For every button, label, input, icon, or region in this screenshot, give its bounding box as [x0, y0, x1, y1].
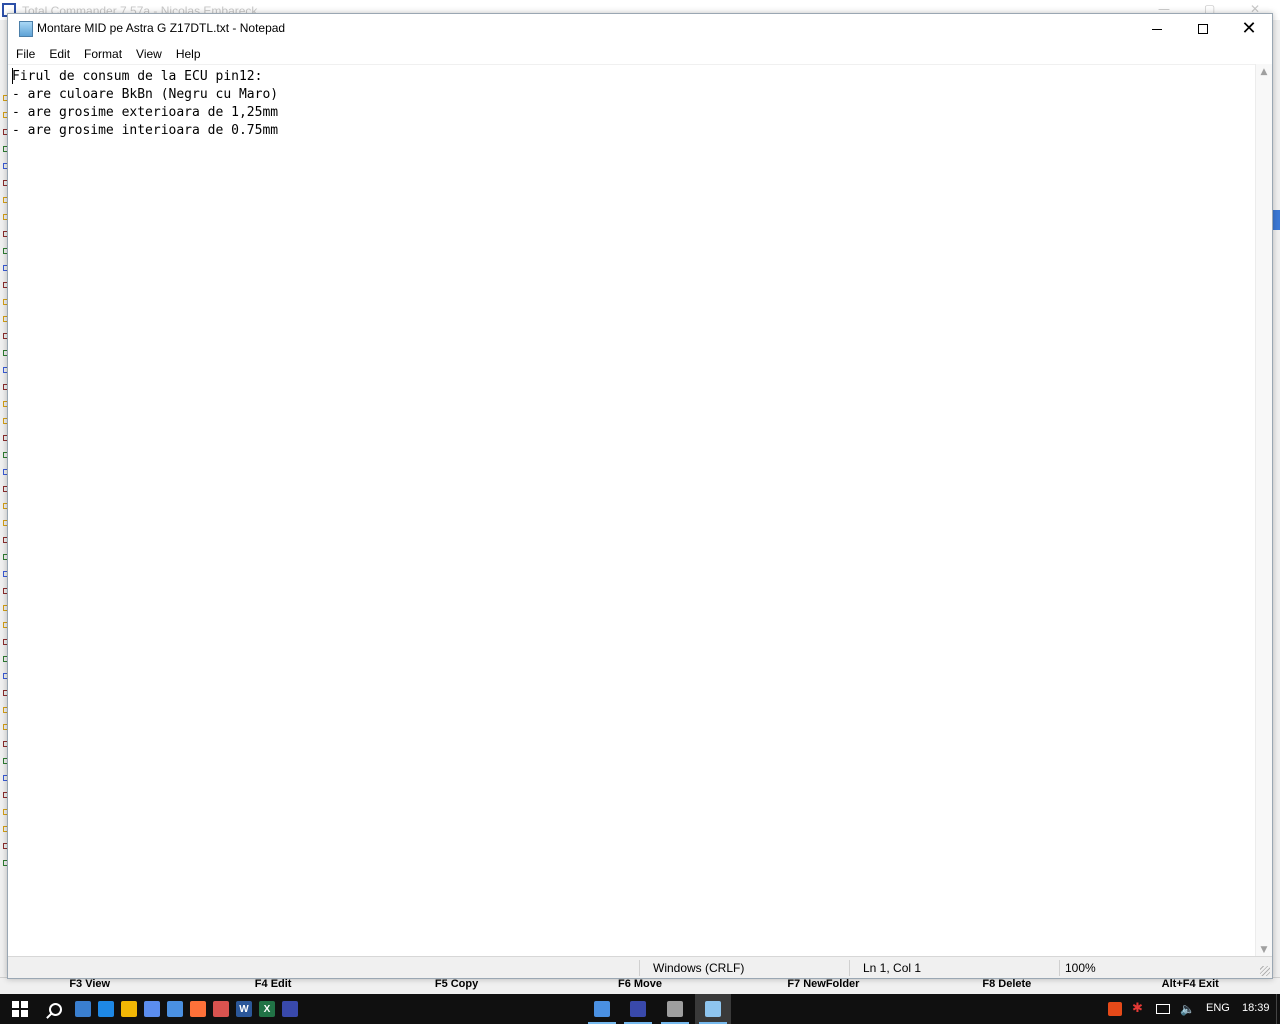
maximize-icon [1198, 24, 1208, 34]
text-line[interactable]: - are culoare BkBn (Negru cu Maro) [12, 86, 278, 104]
status-cursor-position: Ln 1, Col 1 [863, 961, 922, 975]
notepad-icon [19, 21, 33, 37]
start-button[interactable] [0, 994, 40, 1024]
document-text[interactable]: Firul de consum de la ECU pin12: - are c… [12, 68, 278, 140]
status-divider [849, 960, 850, 976]
scroll-up-icon[interactable]: ▲ [1256, 64, 1272, 80]
status-bar: Windows (CRLF) Ln 1, Col 1 100% [8, 956, 1272, 978]
f8-delete-button[interactable]: F8 Delete [917, 977, 1097, 992]
desktop-icon[interactable] [98, 1001, 114, 1017]
running-floppy-icon [630, 1001, 646, 1017]
close-button[interactable]: ✕ [1226, 14, 1272, 44]
vertical-scrollbar[interactable]: ▲ ▼ [1255, 64, 1272, 958]
running-paint-button[interactable] [657, 994, 693, 1024]
status-divider [639, 960, 640, 976]
calculator-icon[interactable] [213, 1001, 229, 1017]
status-zoom: 100% [1065, 961, 1096, 975]
notepad-window: Montare MID pe Astra G Z17DTL.txt - Note… [7, 13, 1273, 979]
running-notepad-button[interactable] [695, 994, 731, 1024]
window-title: Montare MID pe Astra G Z17DTL.txt - Note… [37, 21, 286, 35]
f5-copy-button[interactable]: F5 Copy [366, 977, 547, 992]
taskbar: WX ✱ 🔈 ENG 18:39 [0, 994, 1280, 1024]
menu-view[interactable]: View [129, 44, 169, 64]
running-globe-button[interactable] [584, 994, 620, 1024]
search-icon [48, 1002, 62, 1016]
text-caret [12, 68, 13, 84]
windows-explorer-icon[interactable] [75, 1001, 91, 1017]
tc-scrollbar-thumb[interactable] [1273, 210, 1280, 230]
menu-edit[interactable]: Edit [42, 44, 77, 64]
close-icon: ✕ [1241, 18, 1257, 39]
running-floppy-button[interactable] [620, 994, 656, 1024]
text-line[interactable]: - are grosime exterioara de 1,25mm [12, 104, 278, 122]
text-editor-area[interactable]: Firul de consum de la ECU pin12: - are c… [8, 64, 1257, 958]
menu-format[interactable]: Format [77, 44, 129, 64]
resize-grip-icon[interactable] [1260, 966, 1270, 976]
network-activity-tray-icon[interactable]: ✱ [1132, 1002, 1146, 1016]
text-line[interactable]: - are grosime interioara de 0.75mm [12, 122, 278, 140]
status-divider [1059, 960, 1060, 976]
tools-icon[interactable] [121, 1001, 137, 1017]
running-paint-icon [667, 1001, 683, 1017]
tc-function-key-bar: F3 View F4 Edit F5 Copy F6 Move F7 NewFo… [0, 977, 1280, 992]
excel-icon[interactable]: X [259, 1001, 275, 1017]
text-line[interactable]: Firul de consum de la ECU pin12: [12, 68, 278, 86]
f3-view-button[interactable]: F3 View [0, 977, 180, 992]
volume-icon[interactable]: 🔈 [1180, 1002, 1195, 1016]
clock[interactable]: 18:39 [1242, 1002, 1270, 1014]
save-app-icon[interactable] [282, 1001, 298, 1017]
firefox-icon[interactable] [190, 1001, 206, 1017]
alt-f4-exit-button[interactable]: Alt+F4 Exit [1100, 977, 1280, 992]
windows-logo-icon [12, 1001, 28, 1017]
running-notepad-icon [705, 1001, 721, 1017]
arrow-app-icon[interactable] [144, 1001, 160, 1017]
f7-newfolder-button[interactable]: F7 NewFolder [733, 977, 914, 992]
minimize-button[interactable] [1134, 14, 1180, 44]
menu-bar: File Edit Format View Help [8, 44, 1272, 64]
antivirus-tray-icon[interactable] [1108, 1002, 1122, 1016]
search-button[interactable] [42, 994, 68, 1024]
status-line-ending: Windows (CRLF) [653, 961, 745, 975]
notepad-titlebar[interactable]: Montare MID pe Astra G Z17DTL.txt - Note… [8, 14, 1272, 44]
show-desktop-button[interactable] [1276, 994, 1280, 1024]
globe-icon[interactable] [167, 1001, 183, 1017]
menu-help[interactable]: Help [169, 44, 208, 64]
language-indicator[interactable]: ENG [1206, 1002, 1230, 1014]
network-icon[interactable] [1156, 1004, 1170, 1014]
f4-edit-button[interactable]: F4 Edit [183, 977, 363, 992]
menu-file[interactable]: File [9, 44, 42, 64]
minimize-icon [1152, 28, 1162, 30]
maximize-button[interactable] [1180, 14, 1226, 44]
running-globe-icon [594, 1001, 610, 1017]
word-icon[interactable]: W [236, 1001, 252, 1017]
f6-move-button[interactable]: F6 Move [550, 977, 730, 992]
